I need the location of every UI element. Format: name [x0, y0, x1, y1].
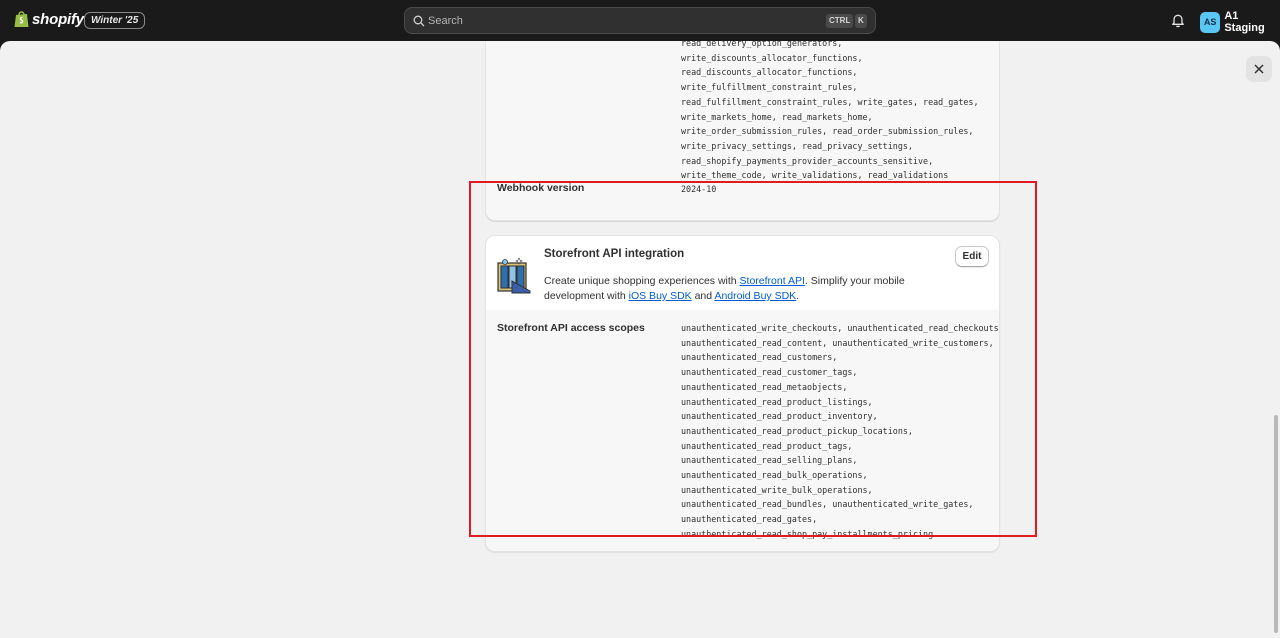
shopify-logo[interactable]: shopify [14, 10, 84, 28]
brand-name: shopify [32, 10, 84, 28]
avatar: AS [1200, 11, 1221, 33]
store-name: A1 Staging [1224, 10, 1265, 34]
highlight-box [469, 181, 1037, 537]
shortcut-ctrl-key: CTRL [826, 14, 854, 28]
close-button[interactable] [1246, 56, 1272, 82]
shopify-bag-icon [14, 11, 29, 27]
close-icon [1254, 64, 1264, 74]
account-menu[interactable]: AS A1 Staging [1200, 10, 1280, 34]
scrollbar-thumb[interactable] [1274, 415, 1278, 633]
search-input[interactable] [427, 8, 807, 33]
admin-api-scopes: read_delivery_option_generators, write_d… [681, 41, 979, 181]
bell-icon[interactable] [1171, 13, 1185, 28]
shortcut-k-key: K [855, 14, 867, 28]
search-icon [413, 15, 425, 27]
scrollbar[interactable] [1272, 41, 1280, 638]
search-bar[interactable]: CTRL K [404, 7, 876, 34]
top-bar: shopify Winter '25 CTRL K AS A1 Staging [0, 0, 1280, 41]
edition-badge[interactable]: Winter '25 [84, 12, 146, 29]
